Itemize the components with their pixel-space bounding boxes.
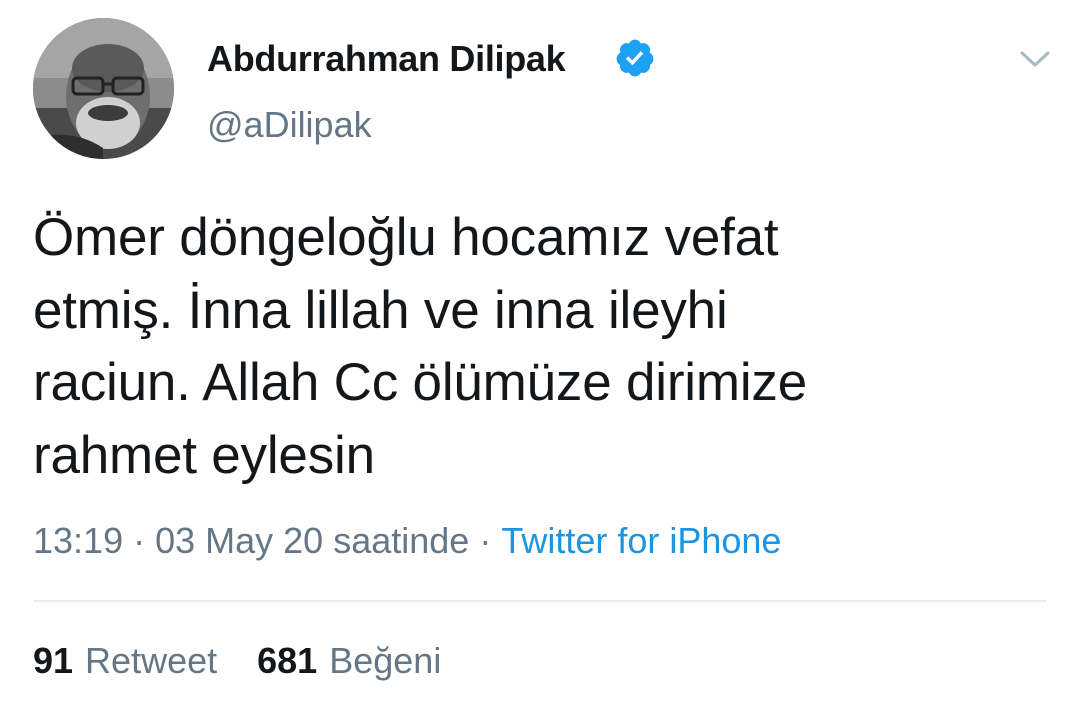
tweet-meta: 13:19 · 03 May 20 saatinde · Twitter for iPh… [33, 520, 781, 562]
tweet-stats: 91 Retweet 681 Beğeni [33, 640, 441, 682]
author-handle[interactable]: @aDilipak [207, 104, 372, 146]
avatar[interactable] [33, 18, 174, 159]
chevron-down-icon[interactable] [1018, 46, 1052, 72]
meta-separator: · [479, 520, 492, 561]
divider [33, 600, 1047, 602]
tweet-card: Abdurrahman Dilipak @aDilipak Ömer dönge… [0, 0, 1080, 707]
avatar-photo [33, 18, 174, 159]
retweets-label: Retweet [85, 640, 218, 681]
tweet-text: Ömer döngeloğlu hocamız vefat etmiş. İnn… [33, 208, 807, 485]
tweet-source-link[interactable]: Twitter for iPhone [501, 520, 781, 561]
likes-stat[interactable]: 681 Beğeni [257, 640, 441, 682]
author-display-name[interactable]: Abdurrahman Dilipak [207, 38, 566, 80]
likes-count: 681 [257, 640, 318, 681]
retweets-count: 91 [33, 640, 74, 681]
meta-separator: · [133, 520, 146, 561]
tweet-date[interactable]: 03 May 20 saatinde [155, 520, 469, 561]
likes-label: Beğeni [329, 640, 442, 681]
verified-badge-icon [616, 39, 654, 77]
retweets-stat[interactable]: 91 Retweet [33, 640, 217, 682]
tweet-time[interactable]: 13:19 [33, 520, 123, 561]
